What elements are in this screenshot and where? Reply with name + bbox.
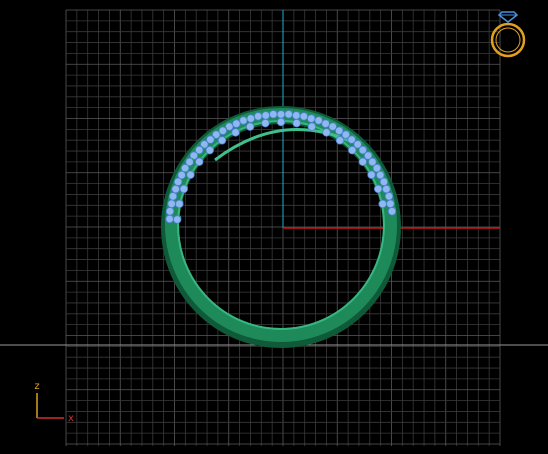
pave-stone (167, 199, 176, 209)
pave-stones (165, 110, 397, 224)
pave-stone (382, 184, 391, 194)
pave-stone (186, 170, 195, 179)
pave-stone (358, 145, 367, 155)
pave-stone (168, 192, 178, 201)
pave-stone (387, 207, 397, 216)
pave-stone (261, 111, 270, 120)
pave-stone (321, 119, 330, 128)
pave-stone (299, 112, 309, 121)
pave-stone (368, 157, 377, 167)
pave-stone (307, 122, 317, 131)
ring-model[interactable] (161, 106, 401, 348)
pave-stone (307, 114, 316, 123)
pave-stone (384, 192, 394, 201)
pave-stone (173, 215, 182, 224)
pave-stone (195, 157, 204, 166)
pave-stone (232, 119, 241, 128)
pave-stone (239, 116, 248, 125)
triad-x-label: x (68, 413, 74, 424)
pave-stone (165, 214, 174, 224)
pave-stone (177, 170, 186, 180)
pave-stone (378, 199, 387, 209)
pave-stone (231, 128, 240, 137)
3d-viewport[interactable]: z x (0, 0, 548, 454)
pave-stone (245, 122, 255, 131)
pave-stone (185, 157, 194, 167)
pave-stone (276, 117, 286, 127)
pave-stone (206, 135, 215, 144)
ring-view-icon[interactable] (490, 11, 526, 58)
pave-stone (269, 110, 278, 119)
pave-stone (205, 145, 215, 155)
pave-stone (379, 177, 389, 187)
pave-stone (347, 145, 357, 155)
pave-stone (373, 184, 383, 194)
pave-stone (246, 114, 255, 123)
pave-stone (171, 184, 180, 194)
pave-stone (195, 145, 204, 155)
pave-stone (284, 110, 293, 119)
pave-stone (292, 118, 301, 128)
pave-stone (322, 128, 331, 137)
triad-z-label: z (34, 381, 39, 392)
pave-stone (218, 126, 228, 135)
pave-stone (175, 199, 184, 209)
pave-stone (347, 135, 356, 144)
viewport-canvas[interactable]: z x (0, 0, 548, 454)
pave-stone (253, 112, 263, 121)
pave-stone (261, 118, 270, 128)
pave-stone (292, 111, 301, 120)
pave-stone (376, 170, 385, 180)
pave-stone (173, 177, 183, 187)
pave-stone (165, 207, 175, 216)
pave-stone (358, 157, 367, 166)
pave-stone (367, 170, 376, 179)
pave-stone (314, 116, 323, 125)
pave-stone (217, 136, 227, 145)
pave-stone (334, 126, 344, 135)
axis-triad: z x (34, 381, 74, 424)
pave-stone (386, 199, 395, 209)
pave-stone (179, 184, 189, 194)
pave-stone (335, 136, 345, 145)
pave-stone (276, 110, 286, 119)
